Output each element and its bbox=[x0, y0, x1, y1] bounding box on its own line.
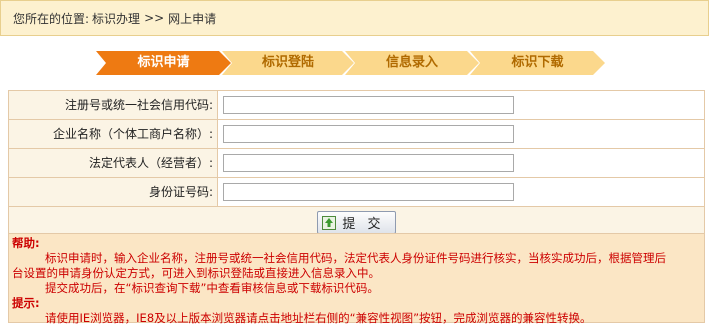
submit-icon bbox=[322, 215, 337, 230]
legal-rep-input[interactable] bbox=[223, 154, 514, 172]
form-row-reg-number: 注册号或统一社会信用代码: bbox=[9, 91, 704, 120]
step-label: 信息录入 bbox=[385, 55, 438, 70]
step-download: 标识下载 bbox=[470, 51, 605, 75]
breadcrumb-prefix: 您所在的位置: bbox=[13, 11, 90, 26]
breadcrumb: 您所在的位置: 标识办理 >> 网上申请 bbox=[0, 0, 709, 36]
tip-line-1: 请使用IE浏览器，IE8及以上版本浏览器请点击地址栏右侧的“兼容性视图”按钮，完… bbox=[45, 311, 592, 325]
step-label: 标识申请 bbox=[137, 55, 190, 70]
legal-rep-label: 法定代表人（经营者）: bbox=[9, 149, 218, 177]
step-label: 标识登陆 bbox=[261, 55, 314, 70]
step-info-entry: 信息录入 bbox=[345, 51, 479, 75]
page: 您所在的位置: 标识办理 >> 网上申请 标识申请 标识登陆 信息录入 标识下载… bbox=[0, 0, 711, 331]
form-row-id-number: 身份证号码: bbox=[9, 178, 704, 207]
company-name-input[interactable] bbox=[223, 125, 514, 143]
step-login: 标识登陆 bbox=[222, 51, 354, 75]
reg-number-label: 注册号或统一社会信用代码: bbox=[9, 91, 218, 119]
help-line-3: 提交成功后，在“标识查询下载”中查看审核信息或下载标识代码。 bbox=[45, 281, 379, 295]
reg-number-input[interactable] bbox=[223, 96, 514, 114]
help-panel: 帮助: 标识申请时，输入企业名称，注册号或统一社会信用代码，法定代表人身份证件号… bbox=[8, 233, 705, 325]
breadcrumb-item-apply[interactable]: 网上申请 bbox=[168, 10, 216, 27]
id-number-input[interactable] bbox=[223, 183, 514, 201]
help-title: 帮助: bbox=[12, 236, 40, 250]
form-row-legal-rep: 法定代表人（经营者）: bbox=[9, 149, 704, 178]
form-row-company-name: 企业名称（个体工商户名称）: bbox=[9, 120, 704, 149]
company-name-label: 企业名称（个体工商户名称）: bbox=[9, 120, 218, 148]
breadcrumb-item-biaoshi[interactable]: 标识办理 bbox=[92, 10, 140, 27]
id-number-label: 身份证号码: bbox=[9, 178, 218, 206]
tip-title: 提示: bbox=[12, 296, 40, 310]
submit-label: 提 交 bbox=[342, 217, 385, 232]
submit-button[interactable]: 提 交 bbox=[317, 211, 396, 234]
step-label: 标识下载 bbox=[511, 55, 564, 70]
step-apply: 标识申请 bbox=[96, 51, 231, 75]
breadcrumb-separator: >> bbox=[144, 11, 165, 25]
apply-form: 注册号或统一社会信用代码: 企业名称（个体工商户名称）: 法定代表人（经营者）:… bbox=[8, 90, 705, 239]
help-line-2: 台设置的申请身份认定方式，可进入到标识登陆或直接进入信息录入中。 bbox=[12, 266, 380, 280]
help-line-1: 标识申请时，输入企业名称，注册号或统一社会信用代码，法定代表人身份证件号码进行核… bbox=[45, 251, 666, 265]
